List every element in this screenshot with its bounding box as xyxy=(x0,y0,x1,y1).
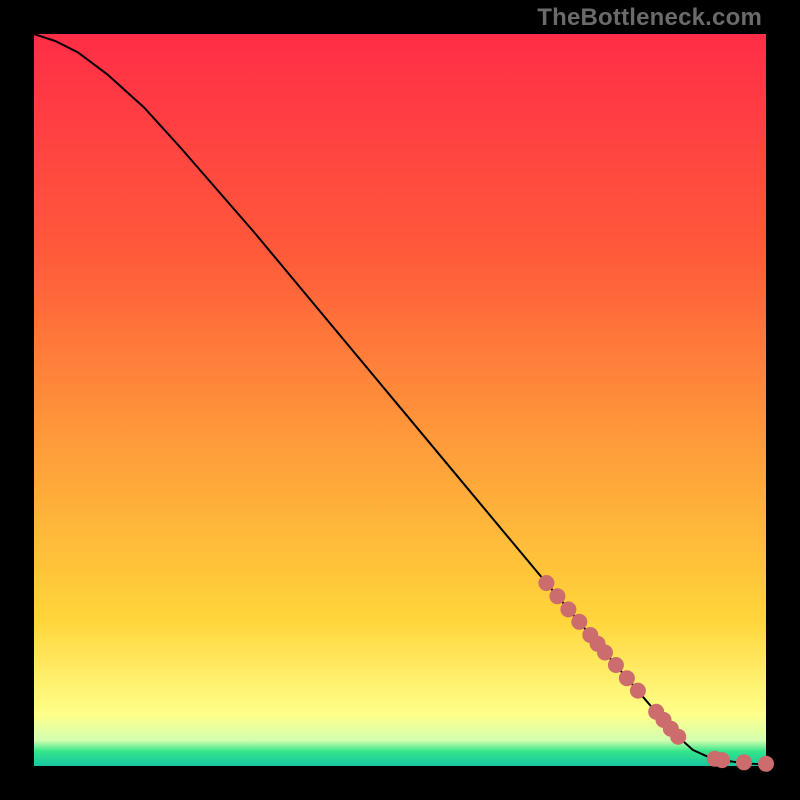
data-points xyxy=(538,575,774,772)
data-point xyxy=(736,754,752,770)
watermark-text: TheBottleneck.com xyxy=(537,6,762,30)
data-point xyxy=(619,670,635,686)
data-point xyxy=(670,729,686,745)
data-point xyxy=(549,588,565,604)
chart-frame: TheBottleneck.com xyxy=(0,0,800,800)
data-point xyxy=(630,683,646,699)
data-point xyxy=(571,614,587,630)
data-point xyxy=(758,756,774,772)
data-point xyxy=(608,657,624,673)
data-point xyxy=(597,645,613,661)
chart-overlay xyxy=(34,34,766,766)
data-point xyxy=(560,601,576,617)
bottleneck-curve xyxy=(34,34,766,765)
data-point xyxy=(538,575,554,591)
data-point xyxy=(714,752,730,768)
